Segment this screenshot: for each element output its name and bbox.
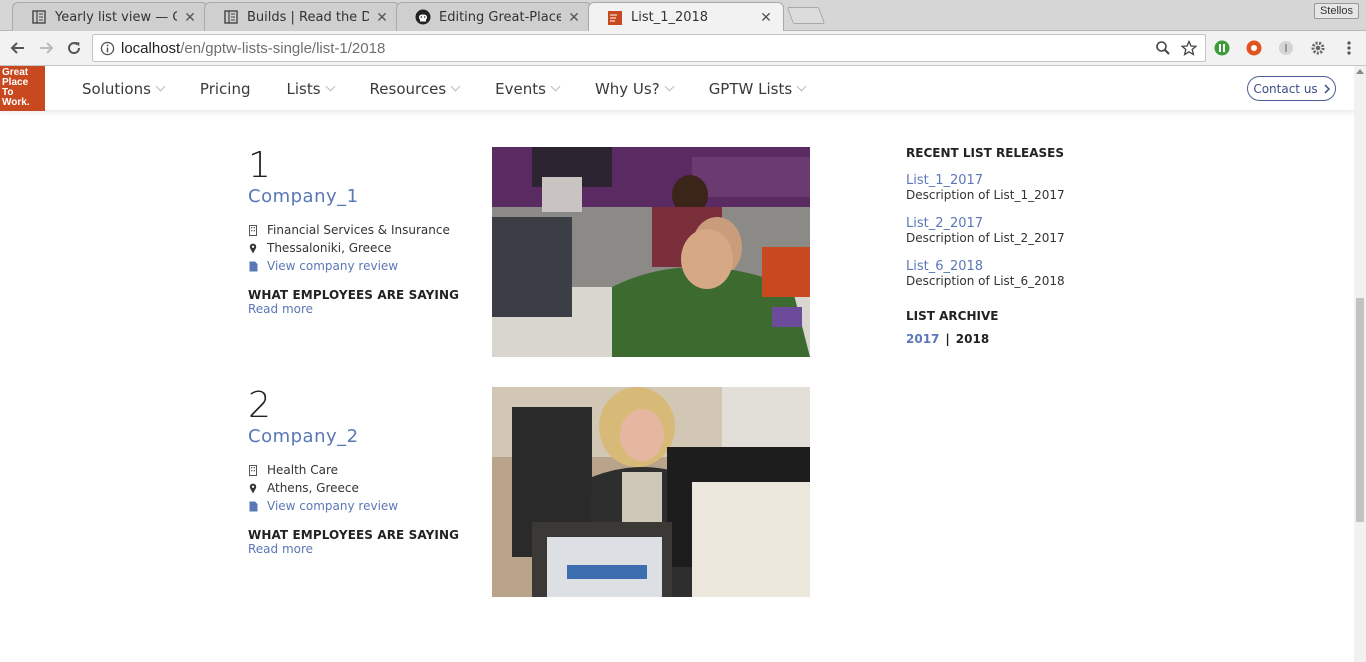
nav-resources[interactable]: Resources (370, 80, 461, 98)
what-employees-saying-heading: WHAT EMPLOYEES ARE SAYING (248, 528, 460, 542)
release-link[interactable]: List_6_2018 (906, 259, 1146, 274)
gptw-logo[interactable]: Great Place To Work. (0, 66, 45, 111)
nav-why-us[interactable]: Why Us? (595, 80, 675, 98)
zoom-icon[interactable] (1155, 40, 1171, 60)
recent-list-releases-heading: RECENT LIST RELEASES (906, 146, 1065, 160)
tab-title: List_1_2018 (631, 10, 709, 25)
scrollbar-thumb[interactable] (1356, 298, 1364, 522)
url-host: localhost (121, 39, 181, 57)
menu-kebab-icon[interactable] (1340, 39, 1358, 57)
reload-icon[interactable] (64, 38, 84, 58)
chevron-right-icon (1324, 83, 1330, 94)
chevron-down-icon (550, 81, 561, 91)
extension-gear-icon[interactable] (1309, 39, 1327, 57)
chevron-down-icon (664, 81, 675, 91)
company-1-photo (492, 147, 810, 357)
company-name[interactable]: Company_2 (248, 426, 488, 447)
company-rank: 1 (248, 145, 271, 186)
what-employees-saying-heading: WHAT EMPLOYEES ARE SAYING (248, 288, 460, 302)
tab-title: Builds | Read the Docs (247, 9, 369, 25)
nav-lists[interactable]: Lists (286, 80, 335, 98)
info-icon[interactable] (99, 40, 115, 56)
map-pin-icon (248, 482, 258, 494)
read-more-link[interactable]: Read more (248, 542, 488, 556)
back-icon[interactable] (8, 38, 28, 58)
sidebar: RECENT LIST RELEASES List_1_2017 Descrip… (906, 146, 1146, 346)
release-link[interactable]: List_1_2017 (906, 173, 1146, 188)
close-icon[interactable]: ✕ (567, 9, 581, 26)
view-company-review-link[interactable]: View company review (248, 257, 488, 275)
browser-tab-4-active[interactable]: List_1_2018 ✕ (588, 2, 784, 32)
archive-separator: | (945, 332, 950, 346)
close-icon[interactable]: ✕ (183, 9, 197, 26)
scroll-up-icon[interactable] (1356, 69, 1364, 74)
profile-button[interactable]: Stellos (1313, 3, 1359, 19)
company-industry: Health Care (248, 461, 488, 479)
document-icon (248, 260, 258, 272)
building-icon (248, 464, 258, 476)
chevron-down-icon (796, 81, 807, 91)
browser-tab-2[interactable]: Builds | Read the Docs ✕ (204, 2, 400, 31)
list-archive-heading: LIST ARCHIVE (906, 309, 999, 323)
chevron-down-icon (325, 81, 335, 91)
company-name[interactable]: Company_1 (248, 186, 488, 207)
archive-year-link[interactable]: 2017 (906, 332, 939, 346)
company-entry: 2 Company_2 Health Care Athens, Greece V… (248, 385, 488, 557)
browser-tab-3[interactable]: Editing Great-Place-to-W ✕ (396, 2, 592, 31)
tab-title: Yearly list view — Great (55, 9, 177, 25)
read-more-link[interactable]: Read more (248, 302, 488, 316)
github-icon (415, 9, 431, 25)
docs-icon (223, 9, 239, 25)
document-icon (248, 500, 258, 512)
url-path: /en/gptw-lists-single/list-1/2018 (180, 39, 386, 57)
nav-events[interactable]: Events (495, 80, 561, 98)
chevron-down-icon (450, 81, 461, 91)
extension-grey-icon[interactable] (1277, 39, 1295, 57)
tab-title: Editing Great-Place-to-W (439, 9, 561, 25)
chevron-down-icon (155, 81, 166, 91)
archive-years: 2017 | 2018 (906, 332, 1146, 346)
browser-tab-strip: Yearly list view — Great ✕ Builds | Read… (0, 0, 1366, 32)
site-header: Great Place To Work. Solutions Pricing L… (0, 66, 1354, 111)
main-nav: Solutions Pricing Lists Resources Events… (82, 66, 841, 111)
company-entry: 1 Company_1 Financial Services & Insuran… (248, 145, 488, 317)
company-industry: Financial Services & Insurance (248, 221, 488, 239)
new-tab-button[interactable] (786, 7, 826, 24)
map-pin-icon (248, 242, 258, 254)
view-company-review-link[interactable]: View company review (248, 497, 488, 515)
extension-orange-icon[interactable] (1245, 39, 1263, 57)
close-icon[interactable]: ✕ (375, 9, 389, 26)
address-bar[interactable]: localhost/en/gptw-lists-single/list-1/20… (92, 34, 1206, 62)
browser-toolbar: localhost/en/gptw-lists-single/list-1/20… (0, 31, 1366, 66)
release-description: Description of List_2_2017 (906, 231, 1065, 245)
contact-us-button[interactable]: Contact us (1247, 76, 1336, 101)
extension-green-icon[interactable] (1213, 39, 1231, 57)
company-2-photo (492, 387, 810, 597)
company-location: Athens, Greece (248, 479, 488, 497)
company-location: Thessaloniki, Greece (248, 239, 488, 257)
gptw-icon (607, 10, 623, 26)
release-description: Description of List_6_2018 (906, 274, 1065, 288)
bookmark-star-icon[interactable] (1180, 39, 1198, 60)
nav-gptw-lists[interactable]: GPTW Lists (709, 80, 807, 98)
building-icon (248, 224, 258, 236)
browser-tab-1[interactable]: Yearly list view — Great ✕ (12, 2, 208, 31)
release-description: Description of List_1_2017 (906, 188, 1065, 202)
close-icon[interactable]: ✕ (759, 9, 773, 26)
nav-pricing[interactable]: Pricing (200, 80, 251, 98)
nav-solutions[interactable]: Solutions (82, 80, 166, 98)
release-link[interactable]: List_2_2017 (906, 216, 1146, 231)
company-rank: 2 (248, 385, 271, 426)
forward-icon[interactable] (36, 38, 56, 58)
archive-year-current[interactable]: 2018 (956, 332, 989, 346)
docs-icon (31, 9, 47, 25)
page-scrollbar[interactable] (1354, 66, 1366, 662)
